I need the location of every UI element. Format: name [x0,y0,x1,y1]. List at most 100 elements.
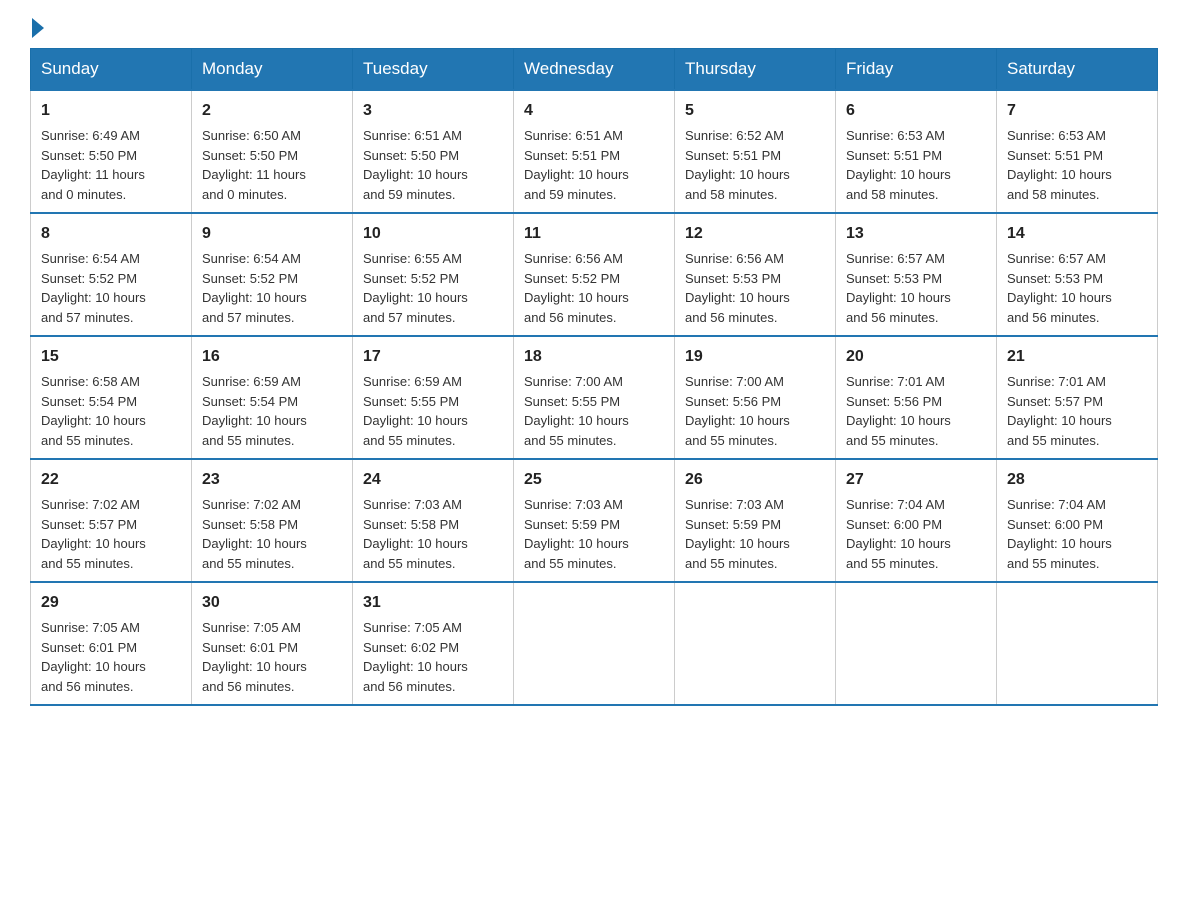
calendar-cell: 9Sunrise: 6:54 AMSunset: 5:52 PMDaylight… [192,213,353,336]
sunrise-text: Sunrise: 6:53 AM [1007,128,1106,143]
calendar-cell: 11Sunrise: 6:56 AMSunset: 5:52 PMDayligh… [514,213,675,336]
calendar-cell [675,582,836,705]
daylight-minutes-text: and 55 minutes. [202,433,295,448]
sunrise-text: Sunrise: 6:53 AM [846,128,945,143]
calendar-cell: 6Sunrise: 6:53 AMSunset: 5:51 PMDaylight… [836,90,997,213]
day-number: 20 [846,345,986,369]
daylight-text: Daylight: 10 hours [524,413,629,428]
calendar-cell: 1Sunrise: 6:49 AMSunset: 5:50 PMDaylight… [31,90,192,213]
day-number: 5 [685,99,825,123]
calendar-cell: 22Sunrise: 7:02 AMSunset: 5:57 PMDayligh… [31,459,192,582]
sunrise-text: Sunrise: 6:57 AM [846,251,945,266]
daylight-minutes-text: and 57 minutes. [202,310,295,325]
daylight-minutes-text: and 56 minutes. [41,679,134,694]
daylight-text: Daylight: 10 hours [685,536,790,551]
logo [30,20,44,38]
daylight-text: Daylight: 10 hours [41,659,146,674]
sunrise-text: Sunrise: 7:05 AM [202,620,301,635]
daylight-text: Daylight: 10 hours [202,536,307,551]
daylight-text: Daylight: 11 hours [41,167,145,182]
sunrise-text: Sunrise: 6:58 AM [41,374,140,389]
daylight-minutes-text: and 58 minutes. [1007,187,1100,202]
calendar-cell: 25 Sunrise: 7:03 AM Sunset: 5:59 PM Dayligh… [514,459,675,582]
sunset-text: Sunset: 5:52 PM [202,271,298,286]
daylight-minutes-text: and 56 minutes. [524,310,617,325]
sunrise-text: Sunrise: 7:03 AM [524,497,623,512]
calendar-week-4: 22Sunrise: 7:02 AMSunset: 5:57 PMDayligh… [31,459,1158,582]
sunset-text: Sunset: 6:00 PM [846,517,942,532]
daylight-text: Daylight: 10 hours [1007,536,1112,551]
calendar-cell: 16Sunrise: 6:59 AMSunset: 5:54 PMDayligh… [192,336,353,459]
day-number: 25 [524,468,664,492]
sunrise-text: Sunrise: 6:51 AM [363,128,462,143]
daylight-text: Daylight: 10 hours [524,536,629,551]
sunrise-text: Sunrise: 7:02 AM [41,497,140,512]
daylight-minutes-text: and 55 minutes. [41,433,134,448]
daylight-minutes-text: and 56 minutes. [685,310,778,325]
calendar-cell: 4Sunrise: 6:51 AMSunset: 5:51 PMDaylight… [514,90,675,213]
day-number: 15 [41,345,181,369]
calendar-cell: 8Sunrise: 6:54 AMSunset: 5:52 PMDaylight… [31,213,192,336]
sunset-text: Sunset: 5:51 PM [685,148,781,163]
daylight-text: Daylight: 10 hours [363,659,468,674]
sunset-text: Sunset: 5:59 PM [524,517,620,532]
sunset-text: Sunset: 5:59 PM [685,517,781,532]
daylight-text: Daylight: 11 hours [202,167,306,182]
calendar-week-1: 1Sunrise: 6:49 AMSunset: 5:50 PMDaylight… [31,90,1158,213]
daylight-minutes-text: and 55 minutes. [1007,433,1100,448]
sunset-text: Sunset: 5:55 PM [363,394,459,409]
sunrise-text: Sunrise: 7:03 AM [685,497,784,512]
calendar-cell: 23Sunrise: 7:02 AMSunset: 5:58 PMDayligh… [192,459,353,582]
day-number: 6 [846,99,986,123]
daylight-text: Daylight: 10 hours [41,290,146,305]
day-number: 29 [41,591,181,615]
sunrise-text: Sunrise: 6:51 AM [524,128,623,143]
daylight-minutes-text: and 55 minutes. [202,556,295,571]
calendar-cell: 10Sunrise: 6:55 AMSunset: 5:52 PMDayligh… [353,213,514,336]
sunset-text: Sunset: 5:53 PM [846,271,942,286]
daylight-minutes-text: and 55 minutes. [524,556,617,571]
sunset-text: Sunset: 6:00 PM [1007,517,1103,532]
day-number: 22 [41,468,181,492]
sunset-text: Sunset: 5:50 PM [202,148,298,163]
daylight-minutes-text: and 57 minutes. [363,310,456,325]
day-number: 2 [202,99,342,123]
calendar-table: SundayMondayTuesdayWednesdayThursdayFrid… [30,48,1158,706]
sunset-text: Sunset: 5:50 PM [363,148,459,163]
day-number: 23 [202,468,342,492]
daylight-text: Daylight: 10 hours [685,167,790,182]
calendar-cell: 13Sunrise: 6:57 AMSunset: 5:53 PMDayligh… [836,213,997,336]
calendar-cell: 15Sunrise: 6:58 AMSunset: 5:54 PMDayligh… [31,336,192,459]
sunset-text: Sunset: 5:50 PM [41,148,137,163]
daylight-minutes-text: and 0 minutes. [202,187,287,202]
header-wednesday: Wednesday [514,49,675,91]
daylight-minutes-text: and 56 minutes. [202,679,295,694]
daylight-minutes-text: and 55 minutes. [685,556,778,571]
daylight-text: Daylight: 10 hours [363,413,468,428]
calendar-cell: 17Sunrise: 6:59 AMSunset: 5:55 PMDayligh… [353,336,514,459]
daylight-minutes-text: and 55 minutes. [685,433,778,448]
daylight-text: Daylight: 10 hours [41,536,146,551]
calendar-cell: 26 Sunrise: 7:03 AM Sunset: 5:59 PM Dayligh… [675,459,836,582]
calendar-cell [514,582,675,705]
calendar-cell: 19Sunrise: 7:00 AMSunset: 5:56 PMDayligh… [675,336,836,459]
day-number: 26 [685,468,825,492]
sunrise-text: Sunrise: 7:01 AM [1007,374,1106,389]
daylight-minutes-text: and 56 minutes. [846,310,939,325]
sunset-text: Sunset: 5:55 PM [524,394,620,409]
page-header [30,20,1158,38]
sunrise-text: Sunrise: 7:02 AM [202,497,301,512]
daylight-text: Daylight: 10 hours [846,290,951,305]
sunrise-text: Sunrise: 6:59 AM [363,374,462,389]
calendar-cell: 24Sunrise: 7:03 AMSunset: 5:58 PMDayligh… [353,459,514,582]
sunset-text: Sunset: 5:51 PM [524,148,620,163]
daylight-minutes-text: and 55 minutes. [363,433,456,448]
day-number: 24 [363,468,503,492]
daylight-minutes-text: and 56 minutes. [1007,310,1100,325]
sunset-text: Sunset: 5:51 PM [846,148,942,163]
sunset-text: Sunset: 5:51 PM [1007,148,1103,163]
sunrise-text: Sunrise: 6:49 AM [41,128,140,143]
sunrise-text: Sunrise: 7:04 AM [846,497,945,512]
day-number: 27 [846,468,986,492]
calendar-cell: 28Sunrise: 7:04 AMSunset: 6:00 PMDayligh… [997,459,1158,582]
